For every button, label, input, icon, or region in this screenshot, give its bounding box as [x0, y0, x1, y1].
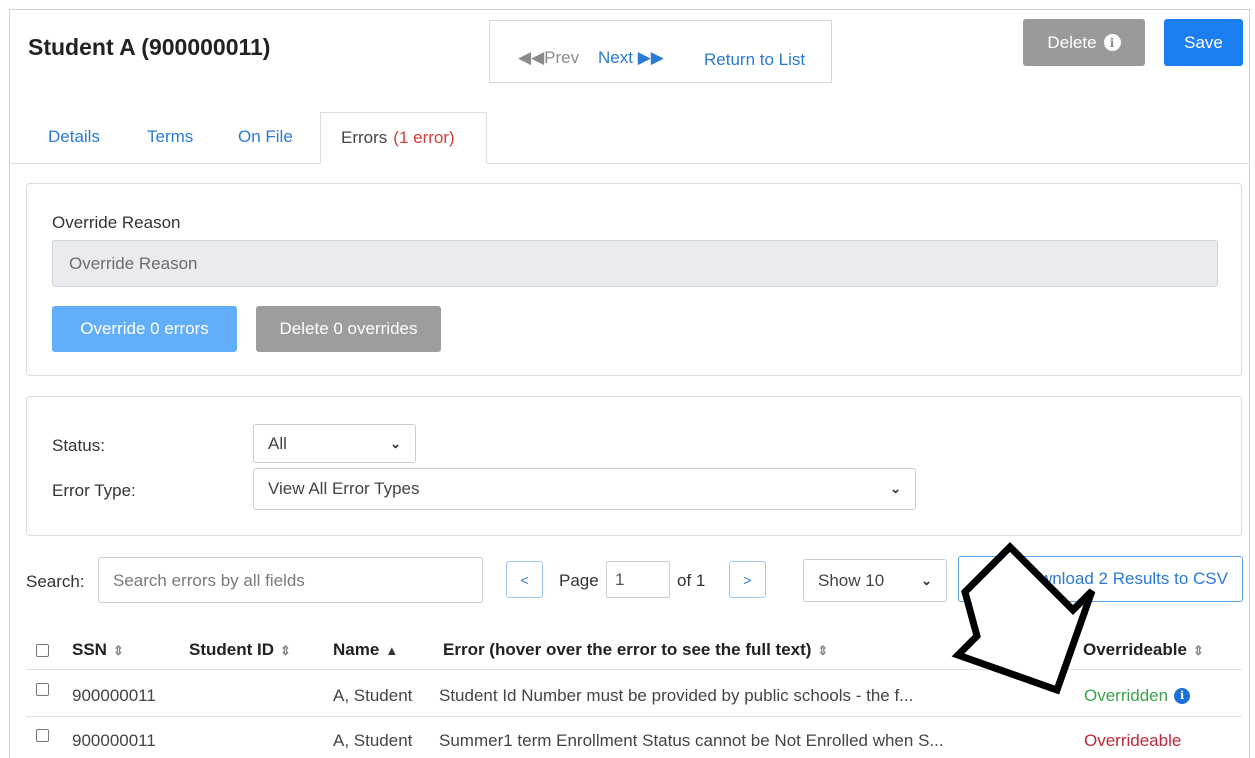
annotation-arrow — [951, 542, 1096, 695]
